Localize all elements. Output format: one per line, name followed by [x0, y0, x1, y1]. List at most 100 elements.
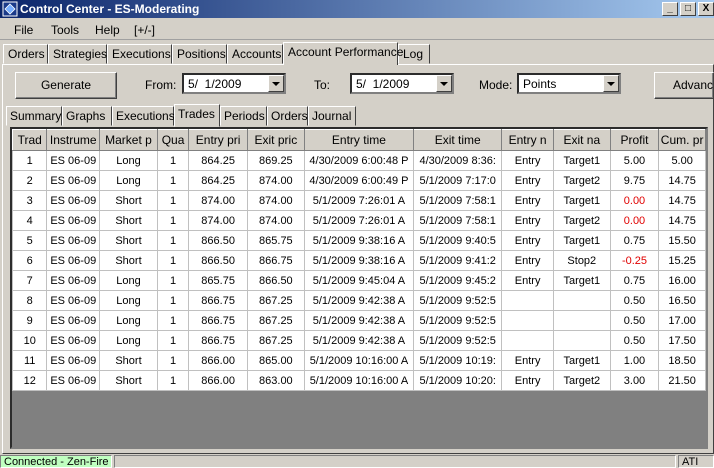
table-cell: 863.00 — [247, 370, 305, 391]
table-row[interactable]: 5 ES 06-09 Short 1 866.50 865.75 5/1/2009 9:38… — [12, 230, 706, 251]
table-cell: 5/1/2009 9:40:5 — [413, 230, 503, 251]
table-row[interactable]: 1 ES 06-09 Long 1 864.25 869.25 4/30/2009 6:00… — [12, 150, 706, 171]
table-row[interactable]: 7 ES 06-09 Long 1 865.75 866.50 5/1/2009 9:45:… — [12, 270, 706, 291]
table-cell: 5/1/2009 7:26:01 A — [303, 210, 415, 231]
tab-accounts[interactable]: Accounts — [227, 44, 283, 64]
advanced-button[interactable]: Advanc — [654, 72, 714, 99]
menu-file[interactable]: File — [14, 23, 33, 37]
table-row[interactable]: 6 ES 06-09 Short 1 866.50 866.75 5/1/2009 9:38… — [12, 250, 706, 271]
table-cell: 874.00 — [188, 190, 248, 211]
table-cell: ES 06-09 — [46, 270, 101, 291]
table-row[interactable]: 11 ES 06-09 Short 1 866.00 865.00 5/1/2009 10:… — [12, 350, 706, 371]
tab-account-performance[interactable]: Account Performance — [283, 42, 403, 65]
table-cell: 866.50 — [188, 250, 248, 271]
column-header[interactable]: Profit — [609, 129, 660, 151]
table-cell: Target1 — [552, 350, 611, 371]
table-cell: 1 — [156, 270, 190, 291]
table-cell: 866.75 — [188, 310, 248, 331]
column-header[interactable]: Instrume — [46, 129, 101, 151]
table-cell: 0.50 — [609, 290, 660, 311]
tab-strategies[interactable]: Strategies — [48, 44, 107, 64]
column-header[interactable]: Market p — [99, 129, 158, 151]
subtab-periods[interactable]: Periods — [220, 106, 267, 126]
table-cell: 15.50 — [658, 230, 706, 251]
maximize-button[interactable]: □ — [680, 2, 696, 16]
table-cell: Long — [99, 310, 158, 331]
chevron-down-icon[interactable] — [436, 75, 452, 92]
column-header[interactable]: Exit pric — [247, 129, 305, 151]
chevron-down-icon[interactable] — [603, 75, 619, 92]
table-cell: 5/1/2009 9:52:5 — [413, 310, 503, 331]
table-cell: 15.25 — [658, 250, 706, 271]
close-button[interactable]: X — [698, 2, 714, 16]
subtab-trades[interactable]: Trades — [174, 104, 220, 127]
table-cell — [552, 330, 611, 351]
column-header[interactable]: Exit time — [413, 129, 503, 151]
subtab-graphs[interactable]: Graphs — [62, 106, 112, 126]
generate-button[interactable]: Generate — [15, 72, 117, 99]
ati-status: ATI — [678, 455, 714, 468]
column-header[interactable]: Entry time — [303, 129, 415, 151]
table-cell: 2 — [12, 170, 48, 191]
tab-executions[interactable]: Executions — [107, 44, 172, 64]
from-date-picker[interactable]: 5/ 1/2009 — [182, 73, 286, 94]
mode-select[interactable]: Points — [517, 73, 621, 94]
table-cell: 4 — [12, 210, 48, 231]
table-row[interactable]: 10 ES 06-09 Long 1 866.75 867.25 5/1/2009 9:42… — [12, 330, 706, 351]
subtab-journal[interactable]: Journal — [308, 106, 356, 126]
table-row[interactable]: 4 ES 06-09 Short 1 874.00 874.00 5/1/2009 7:26… — [12, 210, 706, 231]
table-cell: 865.75 — [247, 230, 305, 251]
table-row[interactable]: 3 ES 06-09 Short 1 874.00 874.00 5/1/2009 7:26… — [12, 190, 706, 211]
column-header[interactable]: Cum. pr — [658, 129, 706, 151]
table-row[interactable]: 8 ES 06-09 Long 1 866.75 867.25 5/1/2009 9:42:… — [12, 290, 706, 311]
column-header[interactable]: Trad — [12, 129, 48, 151]
table-cell: 866.00 — [188, 370, 248, 391]
to-date-picker[interactable]: 5/ 1/2009 — [350, 73, 454, 94]
menu-help[interactable]: Help — [95, 23, 120, 37]
table-cell: 874.00 — [247, 210, 305, 231]
table-cell: 5.00 — [658, 150, 706, 171]
table-cell: 4/30/2009 8:36: — [413, 150, 503, 171]
menu-tools[interactable]: Tools — [51, 23, 79, 37]
column-header[interactable]: Entry n — [501, 129, 554, 151]
table-cell: 9 — [12, 310, 48, 331]
table-cell: 1 — [156, 170, 190, 191]
trades-grid[interactable]: Trad Instrume Market p Qua Entry pri Exit pri… — [10, 127, 708, 449]
table-cell: 5/1/2009 7:58:1 — [413, 210, 503, 231]
table-cell: 16.00 — [658, 270, 706, 291]
table-cell: Entry — [501, 190, 554, 211]
menu-expand[interactable]: [+/-] — [134, 23, 155, 37]
chevron-down-icon[interactable] — [268, 75, 284, 92]
subtab-summary[interactable]: Summary — [6, 106, 62, 126]
table-cell: 0.75 — [609, 230, 660, 251]
table-cell: 5/1/2009 9:38:16 A — [303, 230, 415, 251]
table-cell: -0.25 — [609, 250, 660, 271]
subtab-executions[interactable]: Executions — [112, 106, 175, 126]
column-header[interactable]: Entry pri — [188, 129, 248, 151]
table-cell: Target1 — [552, 230, 611, 251]
table-cell: 3.00 — [609, 370, 660, 391]
subtab-orders[interactable]: Orders — [267, 106, 308, 126]
table-cell: Long — [99, 330, 158, 351]
table-row[interactable]: 9 ES 06-09 Long 1 866.75 867.25 5/1/2009 9:42:… — [12, 310, 706, 331]
column-header[interactable]: Qua — [156, 129, 190, 151]
column-header[interactable]: Exit na — [552, 129, 611, 151]
table-cell: 874.00 — [188, 210, 248, 231]
table-cell: 0.00 — [609, 190, 660, 211]
table-row[interactable]: 2 ES 06-09 Long 1 864.25 874.00 4/30/2009 6:00… — [12, 170, 706, 191]
tab-positions[interactable]: Positions — [172, 44, 227, 64]
table-row[interactable]: 12 ES 06-09 Short 1 866.00 863.00 5/1/2009 10:… — [12, 370, 706, 391]
table-cell: Long — [99, 270, 158, 291]
table-cell: 5/1/2009 7:17:0 — [413, 170, 503, 191]
table-cell — [552, 290, 611, 311]
table-cell: 1.00 — [609, 350, 660, 371]
status-panel — [114, 455, 676, 468]
table-cell: 1 — [156, 230, 190, 251]
table-cell: 5/1/2009 9:52:5 — [413, 290, 503, 311]
table-cell: ES 06-09 — [46, 330, 101, 351]
table-cell: 1 — [156, 190, 190, 211]
minimize-button[interactable]: _ — [662, 2, 678, 16]
table-cell: ES 06-09 — [46, 350, 101, 371]
window-title: Control Center - ES-Moderating — [20, 2, 200, 16]
tab-orders[interactable]: Orders — [3, 44, 48, 64]
